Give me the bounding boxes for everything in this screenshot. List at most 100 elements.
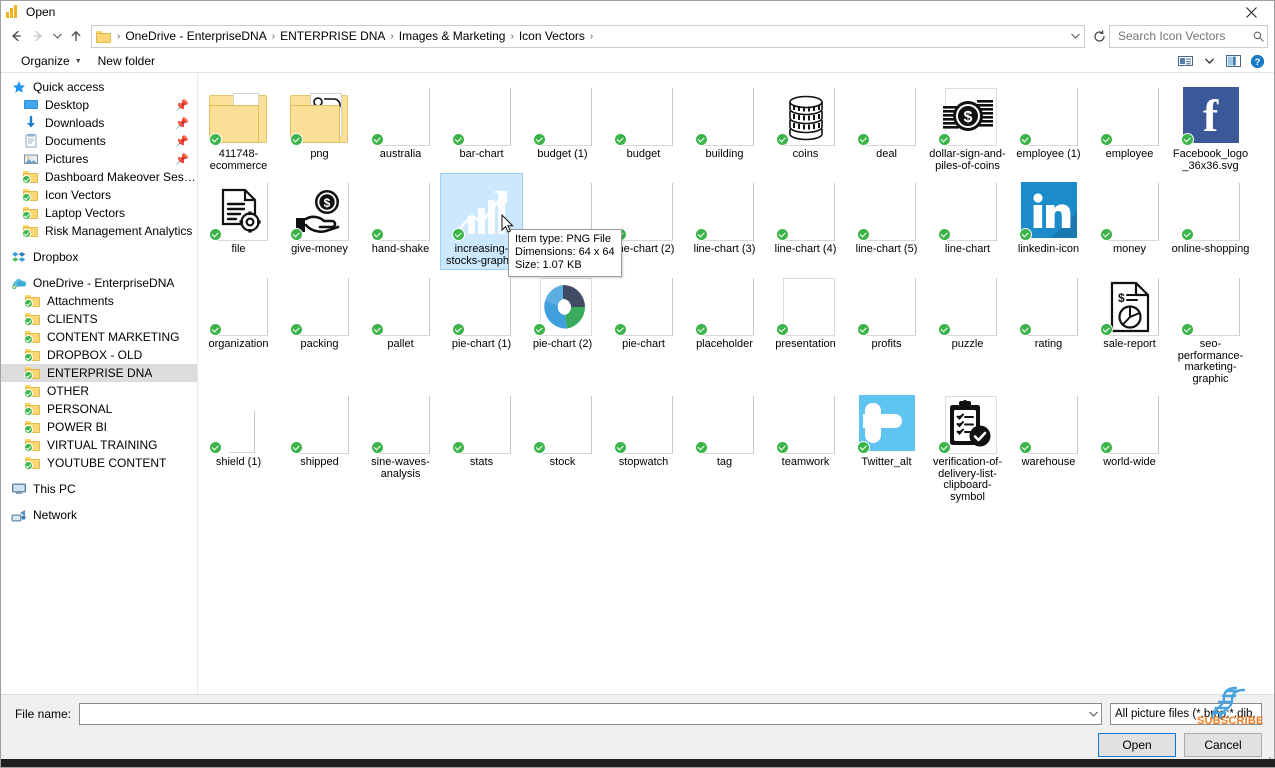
- sidebar-item-virtual-training[interactable]: VIRTUAL TRAINING: [1, 436, 197, 454]
- file-item[interactable]: world-wide: [1089, 387, 1170, 505]
- breadcrumb-item-icon-vectors[interactable]: Icon Vectors: [517, 29, 587, 43]
- file-item[interactable]: hand-shake: [360, 174, 441, 269]
- file-name-field[interactable]: [79, 703, 1102, 725]
- file-item[interactable]: presentation: [765, 269, 846, 387]
- file-item[interactable]: stats: [441, 387, 522, 505]
- address-chevron-down-icon[interactable]: [1066, 27, 1084, 46]
- file-item[interactable]: pie-chart (1): [441, 269, 522, 387]
- file-item[interactable]: placeholder: [684, 269, 765, 387]
- file-item[interactable]: online-shopping: [1170, 174, 1251, 269]
- file-item[interactable]: rating: [1008, 269, 1089, 387]
- file-item[interactable]: shield (1): [198, 387, 279, 505]
- recent-locations-chevron-down-icon[interactable]: [49, 25, 65, 47]
- search-box[interactable]: [1109, 24, 1268, 48]
- pin-icon[interactable]: 📌: [175, 135, 189, 148]
- sidebar-item-icon-vectors[interactable]: Icon Vectors: [1, 186, 197, 204]
- sidebar-group-dropbox[interactable]: Dropbox: [1, 248, 197, 266]
- sidebar-item-dashboard-makeover-session[interactable]: Dashboard Makeover Session: [1, 168, 197, 186]
- file-list-pane[interactable]: 411748-ecommerce png australia bar-chart…: [197, 73, 1274, 694]
- file-item[interactable]: warehouse: [1008, 387, 1089, 505]
- address-bar[interactable]: › OneDrive - EnterpriseDNA › ENTERPRISE …: [91, 24, 1085, 48]
- sidebar-group-this-pc[interactable]: This PC: [1, 480, 197, 498]
- file-item[interactable]: profits: [846, 269, 927, 387]
- help-icon[interactable]: ?: [1246, 51, 1268, 71]
- file-item[interactable]: budget (1): [522, 79, 603, 174]
- file-item[interactable]: building: [684, 79, 765, 174]
- sidebar-group-quick-access[interactable]: Quick access: [1, 78, 197, 96]
- view-options-chevron-down-icon[interactable]: [1198, 51, 1220, 71]
- file-item[interactable]: organization: [198, 269, 279, 387]
- breadcrumb-item-enterprise-dna[interactable]: ENTERPRISE DNA: [278, 29, 387, 43]
- preview-pane-icon[interactable]: [1222, 51, 1244, 71]
- file-item[interactable]: teamwork: [765, 387, 846, 505]
- change-view-icon[interactable]: [1174, 51, 1196, 71]
- file-item[interactable]: 411748-ecommerce: [198, 79, 279, 174]
- refresh-icon[interactable]: [1089, 26, 1109, 47]
- file-item[interactable]: shipped: [279, 387, 360, 505]
- sidebar-item-desktop[interactable]: Desktop 📌: [1, 96, 197, 114]
- file-item[interactable]: file: [198, 174, 279, 269]
- file-item[interactable]: Twitter_alt: [846, 387, 927, 505]
- breadcrumb-item-onedrive[interactable]: OneDrive - EnterpriseDNA: [123, 29, 268, 43]
- file-item[interactable]: employee: [1089, 79, 1170, 174]
- file-item[interactable]: coins: [765, 79, 846, 174]
- open-button[interactable]: Open: [1098, 733, 1176, 757]
- file-item[interactable]: line-chart (3): [684, 174, 765, 269]
- file-item[interactable]: png: [279, 79, 360, 174]
- navigation-pane[interactable]: Quick access Desktop 📌 Downloads 📌 Docum…: [1, 73, 197, 694]
- sidebar-item-downloads[interactable]: Downloads 📌: [1, 114, 197, 132]
- file-item[interactable]: linkedin-icon: [1008, 174, 1089, 269]
- sidebar-item-laptop-vectors[interactable]: Laptop Vectors: [1, 204, 197, 222]
- file-item[interactable]: puzzle: [927, 269, 1008, 387]
- file-item[interactable]: pallet: [360, 269, 441, 387]
- organize-button[interactable]: Organize ▼: [13, 52, 90, 70]
- sidebar-item-attachments[interactable]: Attachments: [1, 292, 197, 310]
- sidebar-item-pictures[interactable]: Pictures 📌: [1, 150, 197, 168]
- cancel-button[interactable]: Cancel: [1184, 733, 1262, 757]
- sidebar-item-documents[interactable]: Documents 📌: [1, 132, 197, 150]
- sidebar-item-risk-management-analytics[interactable]: Risk Management Analytics: [1, 222, 197, 240]
- file-item[interactable]: line-chart (5): [846, 174, 927, 269]
- file-item[interactable]: seo-performance-marketing-graphic: [1170, 269, 1251, 387]
- sidebar-item-clients[interactable]: CLIENTS: [1, 310, 197, 328]
- sidebar-item-youtube-content[interactable]: YOUTUBE CONTENT: [1, 454, 197, 472]
- pin-icon[interactable]: 📌: [175, 117, 189, 130]
- file-name-chevron-down-icon[interactable]: [1085, 705, 1101, 723]
- new-folder-button[interactable]: New folder: [90, 52, 163, 70]
- sidebar-item-enterprise-dna[interactable]: ENTERPRISE DNA: [1, 364, 197, 382]
- sidebar-item-power-bi[interactable]: POWER BI: [1, 418, 197, 436]
- file-item[interactable]: pie-chart (2): [522, 269, 603, 387]
- sidebar-item-content-marketing[interactable]: CONTENT MARKETING: [1, 328, 197, 346]
- file-item[interactable]: pie-chart: [603, 269, 684, 387]
- sidebar-item-personal[interactable]: PERSONAL: [1, 400, 197, 418]
- file-item[interactable]: $ sale-report: [1089, 269, 1170, 387]
- sidebar-item-dropbox-old[interactable]: DROPBOX - OLD: [1, 346, 197, 364]
- file-item[interactable]: stock: [522, 387, 603, 505]
- pin-icon[interactable]: 📌: [175, 99, 189, 112]
- file-item[interactable]: packing: [279, 269, 360, 387]
- file-name-input[interactable]: [80, 704, 1086, 724]
- file-item[interactable]: australia: [360, 79, 441, 174]
- back-arrow-icon[interactable]: [5, 25, 27, 47]
- close-window-button[interactable]: [1229, 1, 1274, 23]
- sidebar-group-network[interactable]: Network: [1, 506, 197, 524]
- file-item[interactable]: line-chart (4): [765, 174, 846, 269]
- file-item[interactable]: $ dollar-sign-and-piles-of-coins: [927, 79, 1008, 174]
- file-item[interactable]: deal: [846, 79, 927, 174]
- file-item[interactable]: employee (1): [1008, 79, 1089, 174]
- breadcrumb-item-images-marketing[interactable]: Images & Marketing: [397, 29, 508, 43]
- file-item[interactable]: budget: [603, 79, 684, 174]
- sidebar-group-onedrive-enterprisedna[interactable]: OneDrive - EnterpriseDNA: [1, 274, 197, 292]
- file-item[interactable]: f Facebook_logo_36x36.svg: [1170, 79, 1251, 174]
- file-item[interactable]: money: [1089, 174, 1170, 269]
- file-type-filter-dropdown[interactable]: All picture files (*.bmp;*.dib,: [1110, 703, 1262, 725]
- file-item[interactable]: bar-chart: [441, 79, 522, 174]
- file-item[interactable]: $ give-money: [279, 174, 360, 269]
- search-input[interactable]: [1116, 28, 1253, 44]
- pin-icon[interactable]: 📌: [175, 153, 189, 166]
- sidebar-item-other[interactable]: OTHER: [1, 382, 197, 400]
- up-arrow-icon[interactable]: [65, 25, 87, 47]
- file-item[interactable]: tag: [684, 387, 765, 505]
- file-item[interactable]: line-chart: [927, 174, 1008, 269]
- file-item[interactable]: verification-of-delivery-list-clipboard-…: [927, 387, 1008, 505]
